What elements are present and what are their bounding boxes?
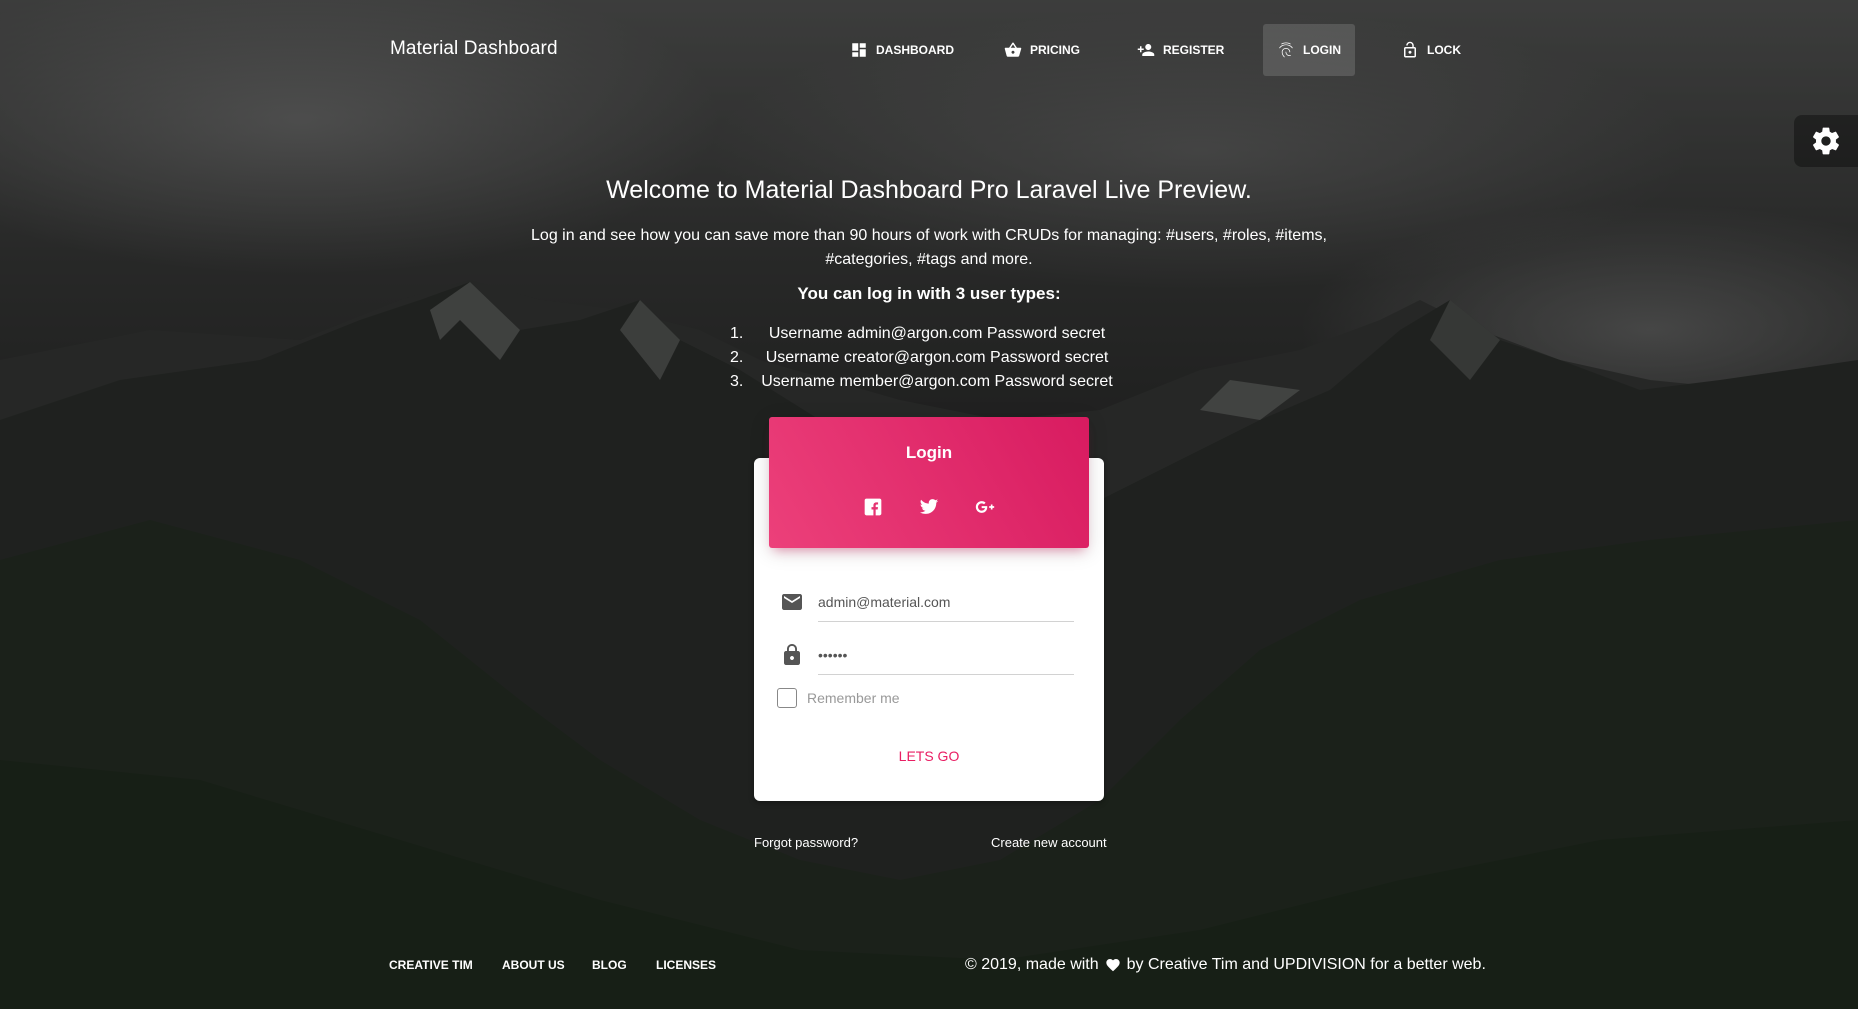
list-item-text: Username creator@argon.com Password secr… [765,349,1109,366]
shopping-basket-icon [1004,42,1022,57]
gear-icon [1813,127,1839,155]
nav-pricing[interactable]: Pricing [990,24,1094,76]
nav-dashboard[interactable]: Dashboard [836,24,968,76]
nav-login[interactable]: Login [1263,24,1355,76]
facebook-button[interactable] [863,497,883,517]
create-account-link[interactable]: Create new account [991,835,1107,850]
footer-link-blog[interactable]: Blog [592,958,627,972]
email-icon [780,590,804,614]
settings-button[interactable] [1794,115,1858,167]
list-item: 3. Username member@argon.com Password se… [0,370,1858,394]
person-add-icon [1137,44,1155,56]
twitter-button[interactable] [919,497,939,517]
copyright-suffix: by Creative Tim and UPDIVISION for a bet… [1126,956,1486,973]
list-item-text: Username admin@argon.com Password secret [768,325,1106,342]
login-card-header: Login [769,417,1089,548]
email-field-group [780,582,1074,622]
password-field-group [780,635,1074,675]
password-field[interactable] [818,635,1074,675]
intro-description: Log in and see how you can save more tha… [0,224,1858,272]
lock-open-icon [1404,41,1416,58]
facebook-icon [864,498,882,516]
nav-dashboard-label: Dashboard [876,43,954,57]
footer-link-creative-tim[interactable]: Creative Tim [389,958,473,972]
intro-subtitle: You can log in with 3 user types: [797,284,1061,303]
nav-register[interactable]: Register [1123,24,1238,76]
login-card-title: Login [905,443,953,462]
copyright-prefix: © 2019, made with [965,956,1099,973]
copyright: © 2019, made with by Creative Tim and UP… [965,956,1486,974]
footer-link-about-us[interactable]: About Us [502,958,565,972]
nav-lock-label: Lock [1427,43,1461,57]
list-item: 1. Username admin@argon.com Password sec… [0,322,1858,346]
remember-me-label[interactable]: Remember me [807,690,900,706]
email-field[interactable] [818,582,1074,622]
footer-link-licenses[interactable]: Licenses [656,958,716,972]
heart-icon [1105,959,1120,972]
brand-link[interactable]: Material Dashboard [390,38,558,60]
remember-me-checkbox[interactable] [777,688,797,708]
intro-description-line1: Log in and see how you can save more tha… [531,227,1327,244]
page-title: Welcome to Material Dashboard Pro Larave… [606,176,1252,204]
list-item-text: Username member@argon.com Password secre… [761,373,1113,390]
intro-description-line2: #categories, #tags and more. [825,251,1033,268]
google-plus-icon [975,501,995,513]
twitter-icon [919,499,939,514]
nav-lock[interactable]: Lock [1387,24,1475,76]
remember-me: Remember me [777,688,900,708]
nav-login-label: Login [1303,43,1341,57]
lets-go-button[interactable]: Lets Go [754,748,1104,764]
lock-icon [780,643,804,667]
list-item: 2. Username creator@argon.com Password s… [0,346,1858,370]
dashboard-icon [852,43,866,57]
fingerprint-icon [1279,42,1293,58]
user-type-list: 1. Username admin@argon.com Password sec… [0,322,1858,394]
forgot-password-link[interactable]: Forgot password? [754,835,858,850]
navbar: Material Dashboard Dashboard Pricing Reg… [0,24,1858,76]
google-plus-button[interactable] [975,497,995,517]
social-login-buttons [769,497,1089,517]
nav-register-label: Register [1163,43,1225,57]
nav-pricing-label: Pricing [1030,43,1081,57]
